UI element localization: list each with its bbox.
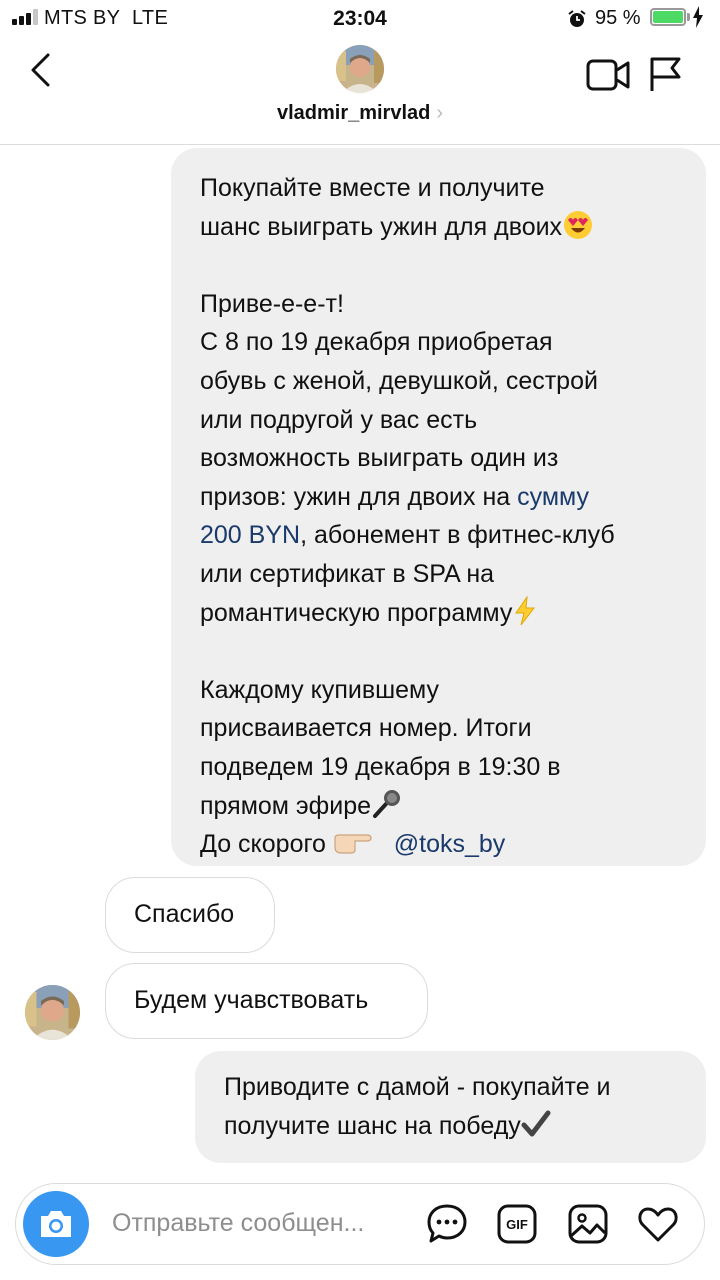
gif-icon[interactable]: GIF	[496, 1203, 538, 1245]
mention-link[interactable]: @toks_by	[394, 830, 506, 858]
chat-username[interactable]: vladmir_mirvlad ›	[0, 102, 720, 125]
flag-icon[interactable]	[648, 56, 682, 92]
message-bubble-received[interactable]: Спасибо	[105, 877, 275, 953]
lightning-emoji	[512, 594, 538, 627]
alarm-icon	[568, 10, 586, 27]
chat-header: vladmir_mirvlad ›	[0, 40, 720, 145]
svg-text:GIF: GIF	[506, 1217, 528, 1232]
camera-button[interactable]	[23, 1191, 89, 1257]
sticker-chat-icon[interactable]	[426, 1203, 468, 1245]
message-input[interactable]: Отправьте сообщен...	[112, 1209, 364, 1238]
charging-icon	[693, 6, 703, 28]
message-composer: Отправьте сообщен... GIF	[15, 1183, 705, 1265]
pointing-hand-emoji	[333, 830, 373, 858]
video-call-icon[interactable]	[586, 58, 630, 92]
gallery-icon[interactable]	[567, 1203, 609, 1245]
link-amount[interactable]: сумму	[517, 483, 589, 511]
check-mark-emoji	[521, 1110, 551, 1140]
message-bubble-sent[interactable]: Покупайте вместе и получите шанс выиграт…	[171, 148, 706, 866]
message-bubble-sent[interactable]: Приводите с дамой - покупайте и получите…	[195, 1051, 706, 1163]
avatar[interactable]	[336, 45, 384, 93]
message-bubble-received[interactable]: Будем учавствовать	[105, 963, 428, 1039]
microphone-emoji	[371, 789, 403, 820]
battery-percent: 95 %	[595, 7, 641, 29]
avatar[interactable]	[25, 985, 80, 1040]
back-chevron-icon[interactable]	[26, 52, 56, 88]
battery-icon	[650, 8, 686, 26]
heart-icon[interactable]	[637, 1203, 679, 1245]
camera-icon	[41, 1211, 71, 1237]
status-bar: MTS BY LTE 23:04 95 %	[0, 0, 720, 40]
heart-eyes-emoji	[562, 210, 594, 241]
chevron-right-icon: ›	[436, 102, 444, 124]
link-amount-value[interactable]: 200 BYN	[200, 521, 300, 549]
